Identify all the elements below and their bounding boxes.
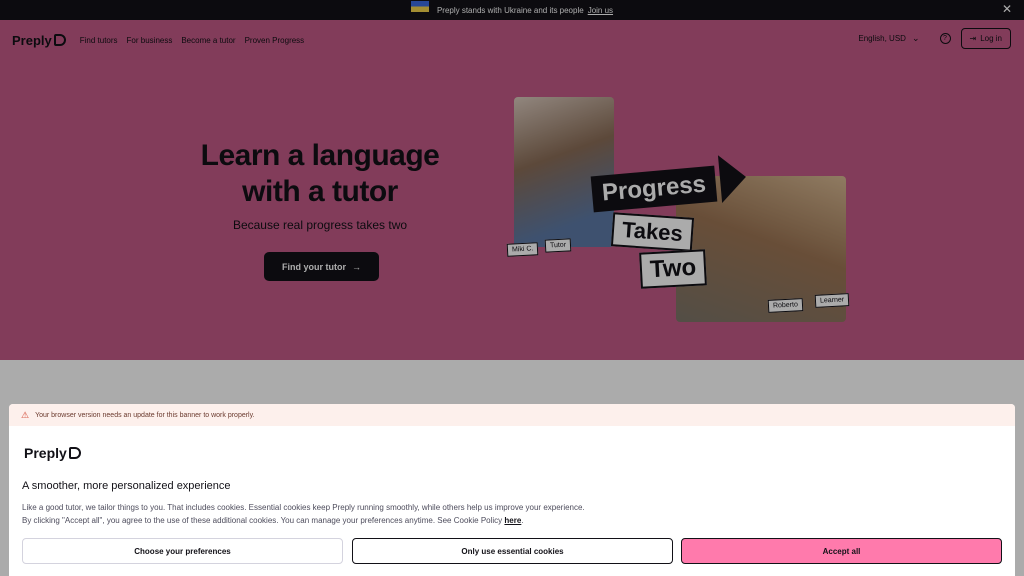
cookie-body-line2-text: By clicking "Accept all", you agree to t… — [22, 516, 503, 525]
cookie-body: Like a good tutor, we tailor things to y… — [22, 501, 922, 527]
cookie-policy-link[interactable]: here — [504, 516, 521, 525]
modal-preply-logo: Preply — [24, 445, 81, 461]
browser-warning-text: Your browser version needs an update for… — [35, 411, 255, 419]
warning-icon: ⚠ — [21, 409, 30, 420]
cookie-consent-modal: ⚠ Your browser version needs an update f… — [9, 404, 1015, 576]
period: . — [521, 516, 524, 525]
cookie-body-line2: By clicking "Accept all", you agree to t… — [22, 514, 922, 527]
cookie-heading: A smoother, more personalized experience — [22, 480, 231, 492]
essential-cookies-button[interactable]: Only use essential cookies — [352, 538, 673, 564]
cookie-body-line1: Like a good tutor, we tailor things to y… — [22, 503, 585, 512]
choose-preferences-button[interactable]: Choose your preferences — [22, 538, 343, 564]
accept-all-button[interactable]: Accept all — [681, 538, 1002, 564]
browser-warning-bar: ⚠ Your browser version needs an update f… — [9, 404, 1015, 426]
modal-logo-mark-icon — [68, 447, 81, 459]
modal-logo-text: Preply — [24, 445, 67, 461]
